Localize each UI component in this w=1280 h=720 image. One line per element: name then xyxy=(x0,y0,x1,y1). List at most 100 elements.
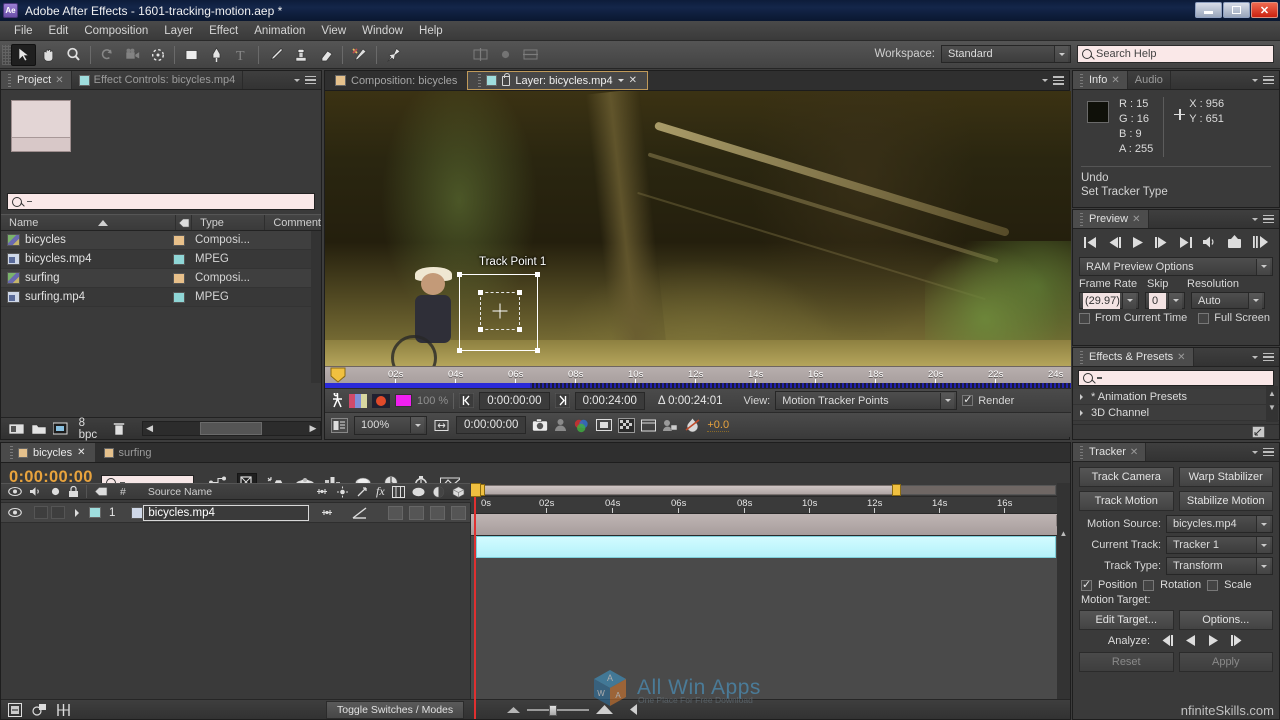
tab-layer-bicycles[interactable]: Layer: bicycles.mp4 ✕ xyxy=(467,71,648,90)
viewer-time-ruler[interactable]: 0s 02s 04s 06s 08s 10s 12s 14s 16s 18s 2… xyxy=(325,366,1071,388)
analyze-forward-icon[interactable] xyxy=(1207,635,1220,647)
fit-to-view-icon[interactable] xyxy=(433,418,450,433)
timeline-vertical-scrollbar[interactable]: ▲ xyxy=(1057,483,1070,719)
zoom-knob[interactable] xyxy=(549,704,557,716)
label-swatch[interactable] xyxy=(173,272,185,284)
mask-icon[interactable] xyxy=(331,392,344,409)
edit-target-button[interactable]: Edit Target... xyxy=(1079,610,1174,630)
tab-audio[interactable]: Audio xyxy=(1128,71,1171,89)
lock-icon[interactable] xyxy=(502,72,511,86)
analyze-1-backward-icon[interactable] xyxy=(1160,635,1174,647)
quality-switch-icon[interactable] xyxy=(350,506,372,520)
column-name[interactable]: Name xyxy=(1,215,177,230)
tab-project[interactable]: Project ✕ xyxy=(1,71,72,89)
close-icon[interactable]: ✕ xyxy=(77,447,85,458)
zoom-tool[interactable] xyxy=(61,44,86,66)
close-icon[interactable]: ✕ xyxy=(1111,75,1119,86)
delete-icon[interactable] xyxy=(113,422,125,436)
timeline-marker-band[interactable] xyxy=(471,514,1070,536)
switch-box[interactable] xyxy=(388,505,403,520)
roto-brush-tool[interactable] xyxy=(347,44,372,66)
full-screen-checkbox[interactable] xyxy=(1198,312,1210,324)
collapse-panel-icon[interactable] xyxy=(628,703,640,716)
zoom-out-icon[interactable] xyxy=(506,705,521,714)
ram-preview-icon[interactable] xyxy=(1252,235,1269,249)
menu-item-help[interactable]: Help xyxy=(411,23,451,39)
transparency-grid-icon[interactable] xyxy=(618,417,636,433)
channels-icon[interactable] xyxy=(573,418,590,433)
effects-vertical-scrollbar[interactable]: ▲ ▼ xyxy=(1266,386,1278,422)
last-frame-icon[interactable] xyxy=(1178,236,1193,249)
always-preview-icon[interactable] xyxy=(331,417,348,433)
puppet-pin-tool[interactable] xyxy=(381,44,406,66)
track-point-overlay[interactable]: Track Point 1 xyxy=(457,256,546,353)
menu-item-effect[interactable]: Effect xyxy=(201,23,246,39)
3d-layer-icon[interactable] xyxy=(452,485,465,498)
panel-menu[interactable] xyxy=(294,71,321,89)
skip-select[interactable]: 0 xyxy=(1145,292,1185,309)
first-frame-icon[interactable] xyxy=(1083,236,1098,249)
rotation-tool[interactable] xyxy=(95,44,120,66)
snapping-dot-icon[interactable] xyxy=(493,44,518,66)
new-composition-icon[interactable] xyxy=(9,422,25,435)
show-snapshot-icon[interactable] xyxy=(554,418,567,432)
close-icon[interactable]: ✕ xyxy=(55,75,63,86)
in-point-icon[interactable] xyxy=(459,393,475,408)
list-item[interactable]: surfing Composi... xyxy=(1,269,321,288)
track-camera-button[interactable]: Track Camera xyxy=(1079,467,1174,487)
track-feature-region[interactable] xyxy=(478,290,522,332)
type-tool[interactable]: T xyxy=(229,44,254,66)
in-point-value[interactable]: 0:00:00:00 xyxy=(479,391,550,410)
scroll-up-icon[interactable]: ▲ xyxy=(1266,386,1278,400)
zoom-in-icon[interactable] xyxy=(595,704,614,715)
switch-box[interactable] xyxy=(409,505,424,520)
scroll-down-icon[interactable]: ▼ xyxy=(1266,400,1278,414)
snapshot-icon[interactable] xyxy=(532,418,549,432)
work-area-bar[interactable] xyxy=(471,483,1070,497)
toggle-switches-icon[interactable] xyxy=(8,702,23,717)
track-search-region[interactable] xyxy=(457,272,540,353)
timeline-ruler[interactable]: 0s 02s 04s 06s 08s 10s 12s 14s 16s xyxy=(471,497,1070,514)
label-swatch[interactable] xyxy=(173,291,185,303)
close-icon[interactable]: ✕ xyxy=(629,75,637,86)
table-row[interactable]: 1 bicycles.mp4 xyxy=(1,503,470,523)
skip-value[interactable]: 0 xyxy=(1149,292,1166,309)
bit-depth-label[interactable]: 8 bpc xyxy=(79,417,106,441)
tab-effect-controls[interactable]: Effect Controls: bicycles.mp4 xyxy=(72,71,244,89)
minimize-button[interactable] xyxy=(1195,2,1222,18)
loop-icon[interactable] xyxy=(1227,235,1243,249)
preview-panel-menu[interactable] xyxy=(1252,210,1279,228)
work-area-end-handle[interactable] xyxy=(892,484,901,496)
audio-toggle[interactable] xyxy=(34,506,48,519)
audio-icon[interactable] xyxy=(29,486,43,497)
shy-icon[interactable] xyxy=(316,486,329,497)
switch-box[interactable] xyxy=(430,505,445,520)
close-icon[interactable]: ✕ xyxy=(1132,214,1140,225)
frame-blending-icon[interactable] xyxy=(32,703,47,717)
fx-icon[interactable]: fx xyxy=(376,484,385,499)
effects-icon[interactable] xyxy=(356,486,369,498)
scale-checkbox[interactable] xyxy=(1207,579,1219,591)
tab-timeline-surfing[interactable]: surfing xyxy=(95,443,161,462)
effects-panel-menu[interactable] xyxy=(1252,348,1279,366)
search-help-input[interactable]: Search Help xyxy=(1077,45,1274,63)
work-area-range[interactable] xyxy=(477,485,897,495)
align-horizontal-icon[interactable] xyxy=(468,44,493,66)
camera-tool[interactable] xyxy=(120,44,145,66)
expand-layer-icon[interactable] xyxy=(75,508,83,517)
frame-rate-select[interactable]: (29.97) xyxy=(1079,292,1139,309)
eraser-tool[interactable] xyxy=(313,44,338,66)
close-button[interactable]: ✕ xyxy=(1251,2,1278,18)
previous-frame-icon[interactable] xyxy=(1107,236,1122,249)
column-label-swatch[interactable] xyxy=(176,215,193,230)
lock-toggle[interactable] xyxy=(51,506,65,519)
stabilize-motion-button[interactable]: Stabilize Motion xyxy=(1178,491,1273,511)
project-horizontal-scrollbar[interactable]: ◀ ▶ xyxy=(141,421,322,436)
list-item[interactable]: bicycles.mp4 MPEG xyxy=(1,250,321,269)
scroll-left-icon[interactable]: ◀ xyxy=(143,423,157,434)
effects-group-3d-channel[interactable]: 3D Channel xyxy=(1073,405,1279,421)
menu-item-window[interactable]: Window xyxy=(354,23,411,39)
project-search-input[interactable] xyxy=(7,193,315,210)
list-item[interactable]: surfing.mp4 MPEG xyxy=(1,288,321,307)
close-icon[interactable]: ✕ xyxy=(1130,447,1138,458)
